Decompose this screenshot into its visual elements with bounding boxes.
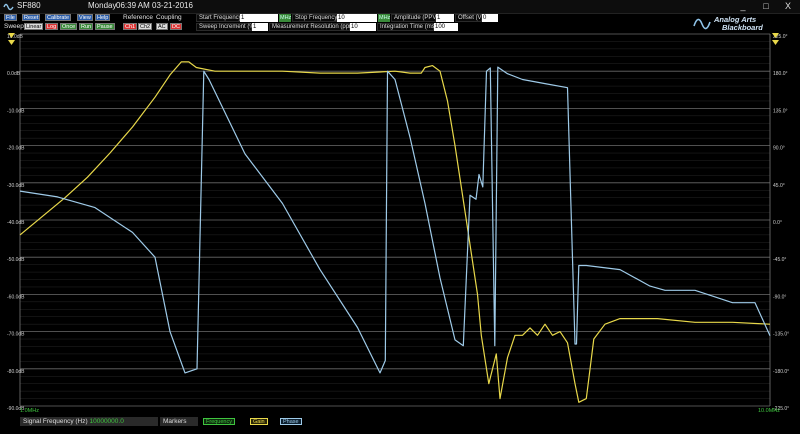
stop-frequency-unit[interactable]: MHz [378,14,390,22]
amplitude-input[interactable]: 1 [436,14,454,22]
offset-label: Offset (V) [455,14,484,22]
sweep-log-button[interactable]: Log [45,23,59,30]
gain-tick-label: -20.0dB [7,146,25,152]
day-label: Monday [88,1,117,10]
gain-tick-label: 0.0dB [7,71,21,77]
signal-frequency-label: Signal Frequency (Hz) [23,418,88,425]
maximize-button[interactable]: □ [755,0,777,13]
left-marker-bottom-icon[interactable] [8,40,15,45]
phase-tick-label: -180.0° [773,369,789,375]
series-layer [19,61,771,403]
marker-frequency-button[interactable]: Frequency [203,418,235,425]
reset-button[interactable]: Reset [22,14,41,21]
gain-tick-label: -30.0dB [7,183,25,189]
gain-tick-label: -40.0dB [7,220,25,226]
gain-axis: 10.0dB0.0dB-10.0dB-20.0dB-30.0dB-40.0dB-… [7,34,25,412]
start-frequency-unit[interactable]: MHz [279,14,291,22]
calibrate-button[interactable]: Calibrate [45,14,72,21]
plot-grid [19,33,771,407]
right-marker-bottom-icon[interactable] [772,40,779,45]
offset-input[interactable]: 0 [482,14,498,22]
phase-tick-label: 180.0° [773,71,788,77]
gain-tick-label: -10.0dB [7,108,25,114]
date-label: 03-21-2016 [152,1,193,10]
sweep-linear-button[interactable]: Linear [24,23,44,30]
phase-tick-label: -90.0° [773,294,786,300]
gain-tick-label: -70.0dB [7,332,25,338]
start-frequency-label: Start Frequency [196,14,242,22]
view-button[interactable]: View [77,14,93,21]
phase-tick-label: 90.0° [773,146,785,152]
sweep-run-button[interactable]: Run [79,23,94,30]
file-button[interactable]: File [4,14,17,21]
status-bar: Signal Frequency (Hz) 10000000.0 Markers… [0,414,800,434]
minimize-button[interactable]: _ [732,0,754,13]
window-title: SF880 [17,1,41,10]
coupling-dc-button[interactable]: DC [170,23,182,30]
phase-tick-label: -135.0° [773,332,789,338]
sf880-window: SF880 Monday 06:39 AM 03-21-2016 _ □ X F… [0,0,800,434]
gain-tick-label: -80.0dB [7,369,25,375]
phase-axis: 225.0°180.0°135.0°90.0°45.0°0.0°-45.0°-9… [773,34,789,412]
stop-frequency-input[interactable]: 10 [337,14,377,22]
coupling-label: Coupling [156,14,182,21]
time-label: 06:39 AM [116,1,150,10]
coupling-ac-button[interactable]: AC [156,23,168,30]
gain-tick-label: -50.0dB [7,257,25,263]
sweep-once-button[interactable]: Once [60,23,78,30]
signal-frequency-box: Signal Frequency (Hz) 10000000.0 [20,417,158,426]
phase-tick-label: 135.0° [773,108,788,114]
gain-tick-label: -60.0dB [7,294,25,300]
markers-label: Markers [160,417,198,426]
marker-phase-button[interactable]: Phase [280,418,302,425]
reference-ch1-button[interactable]: Ch1 [123,23,138,30]
title-bar: SF880 Monday 06:39 AM 03-21-2016 _ □ X [0,0,800,14]
stop-frequency-label: Stop Frequency [292,14,337,22]
start-frequency-input[interactable]: 1 [240,14,278,22]
phase-tick-label: 45.0° [773,183,785,189]
app-icon [3,3,14,11]
phase-tick-label: -45.0° [773,257,786,263]
bode-plot[interactable]: 10.0dB0.0dB-10.0dB-20.0dB-30.0dB-40.0dB-… [0,30,800,414]
close-button[interactable]: X [777,0,799,13]
signal-frequency-value: 10000000.0 [89,418,124,425]
reference-label: Reference [123,14,153,21]
marker-gain-button[interactable]: Gain [250,418,268,425]
phase-tick-label: 0.0° [773,220,782,226]
amplitude-label: Amplitude (PPV) [391,14,438,22]
help-button[interactable]: Help [95,14,111,21]
reference-ch2-button[interactable]: Ch2 [138,23,153,30]
sweep-pause-button[interactable]: Pause [95,23,115,30]
